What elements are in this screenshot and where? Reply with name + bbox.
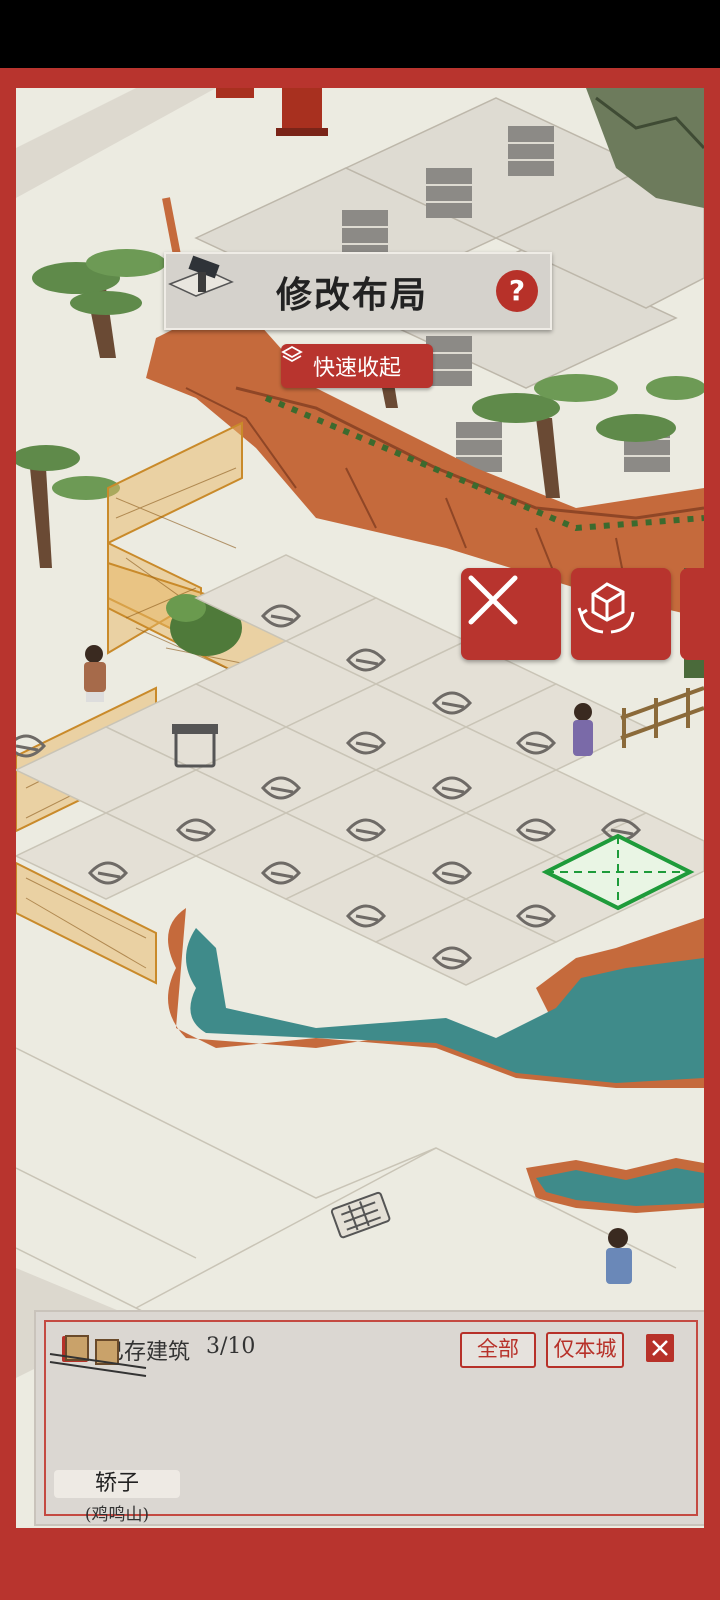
panel-border: + 已存建筑 3/10 全部 仅本城 轿子 (鸡鸣山) [44,1320,698,1525]
rotate-building-icon [577,582,635,634]
close-icon [652,1340,668,1356]
filter-all-button[interactable]: 全部 [460,1332,536,1368]
filter-this-city-button[interactable]: 仅本城 [546,1332,624,1368]
help-button[interactable]: ? [496,270,538,312]
stack-icon [281,345,303,363]
rotate-button[interactable] [571,568,671,660]
game-map[interactable]: 修改布局 ? 快速收起 + 已存建筑 3/10 全部 仅本城 [16,88,704,1528]
status-bar [0,0,720,68]
stored-item-location: (鸡鸣山) [84,1505,150,1525]
sedan-chair-thumbnail[interactable] [46,1322,152,1382]
more-actions-edge[interactable] [680,568,704,660]
quick-collapse-label: 快速收起 [312,356,401,381]
close-panel-button[interactable] [646,1334,674,1362]
villager-figure[interactable] [84,645,106,702]
close-icon [468,575,518,625]
layout-title-bar: 修改布局 ? [164,252,552,330]
hammer-icon [168,255,234,297]
villager-figure[interactable] [573,703,593,756]
stored-item-name[interactable]: 轿子 [54,1470,180,1498]
stored-buildings-panel: + 已存建筑 3/10 全部 仅本城 轿子 (鸡鸣山) [34,1310,704,1526]
stored-buildings-count: 3/10 [206,1334,256,1359]
quick-collapse-button[interactable]: 快速收起 [281,344,433,388]
cancel-button[interactable] [461,568,561,660]
page-title: 修改布局 [276,274,429,316]
